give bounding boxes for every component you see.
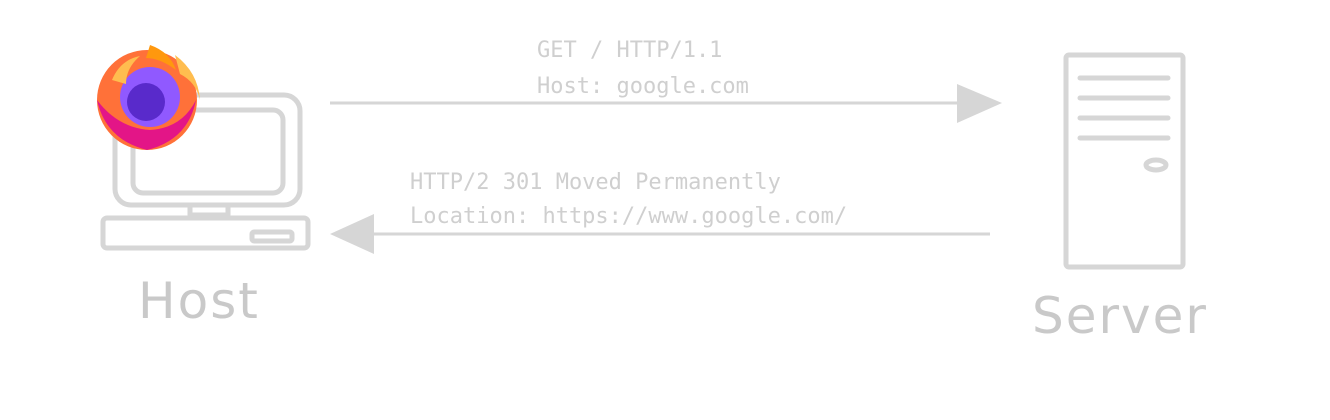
host-label: Host bbox=[138, 272, 260, 330]
response-line-2: Location: https://www.google.com/ bbox=[410, 204, 847, 229]
response-line-1: HTTP/2 301 Moved Permanently bbox=[410, 170, 781, 195]
diagram: GET / HTTP/1.1 Host: google.com HTTP/2 3… bbox=[0, 0, 1330, 420]
request-line-1: GET / HTTP/1.1 bbox=[537, 38, 722, 63]
server-tower-icon bbox=[1063, 52, 1186, 270]
server-label: Server bbox=[1032, 287, 1208, 345]
request-line-2: Host: google.com bbox=[537, 74, 749, 99]
firefox-logo bbox=[97, 45, 200, 150]
